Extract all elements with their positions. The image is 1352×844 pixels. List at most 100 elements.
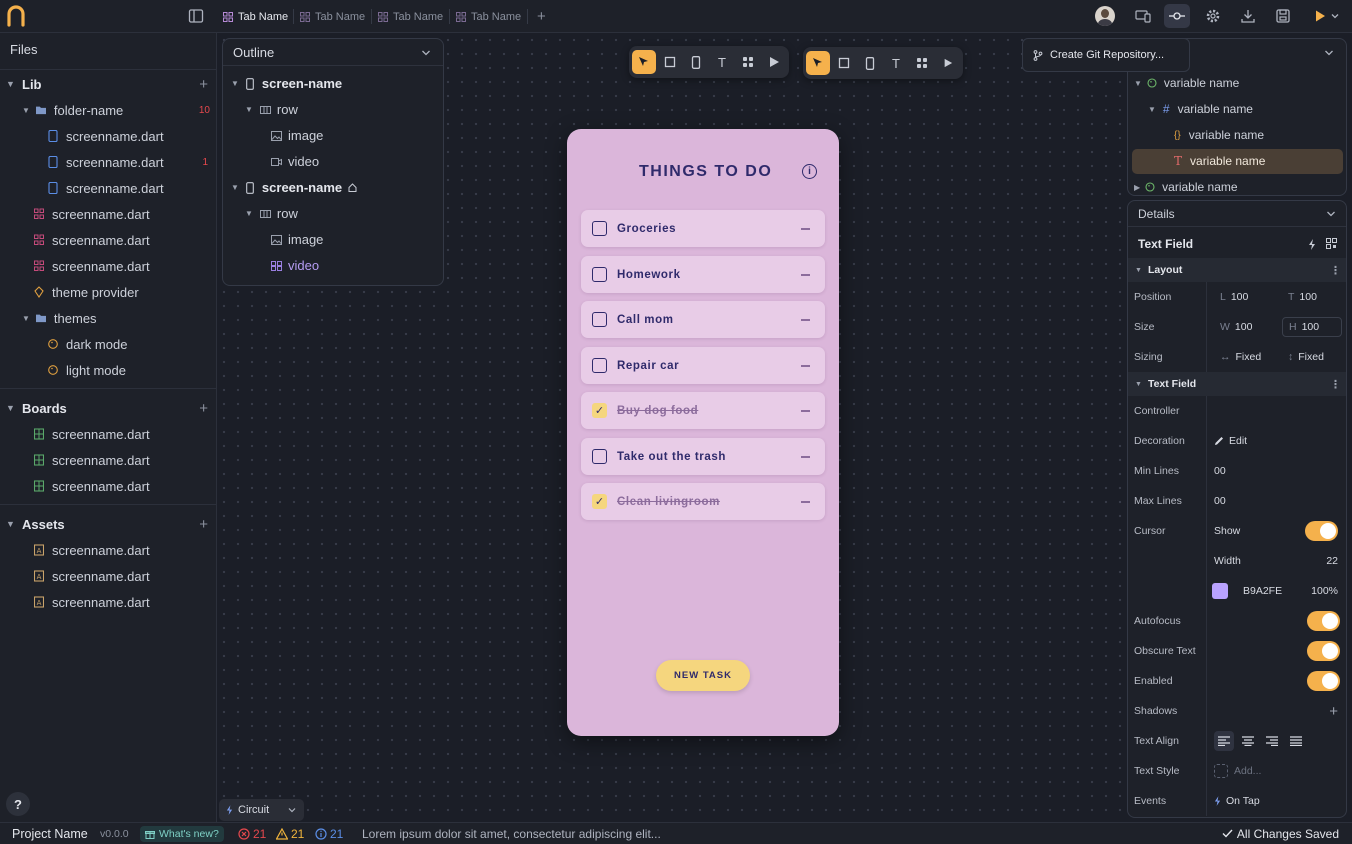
tab-2[interactable]: Tab Name [300, 0, 365, 33]
max-lines-row[interactable]: Max Lines 00 [1128, 486, 1346, 516]
remove-icon[interactable] [801, 228, 810, 230]
chevron-down-icon[interactable] [421, 49, 431, 57]
info-count[interactable]: 21 [315, 827, 343, 841]
tab-1[interactable]: Tab Name [223, 0, 288, 33]
file-item[interactable]: screenname.dart [34, 473, 150, 499]
layout-section-header[interactable]: ▼ Layout ⋮ [1128, 258, 1346, 282]
file-item[interactable]: screenname.dart [34, 253, 150, 279]
more-vertical-icon[interactable]: ⋮ [1330, 264, 1341, 277]
color-opacity-input[interactable]: 100% [1311, 585, 1338, 597]
avatar[interactable] [1095, 6, 1115, 26]
align-right-icon[interactable] [1266, 736, 1278, 746]
remove-icon[interactable] [801, 501, 810, 503]
color-hex-input[interactable]: B9A2FE [1243, 585, 1282, 597]
save-icon[interactable] [1275, 8, 1291, 24]
add-icon[interactable]: + [199, 76, 208, 93]
enabled-toggle[interactable] [1307, 671, 1340, 691]
play-icon[interactable] [936, 51, 960, 75]
rectangle-tool-icon[interactable] [658, 50, 682, 74]
tab-4[interactable]: Tab Name [456, 0, 521, 33]
gear-icon[interactable] [1205, 8, 1221, 24]
phone-preview[interactable]: THINGS TO DO i Groceries Homework Call m… [567, 129, 839, 736]
add-text-style-input[interactable]: Add... [1234, 765, 1261, 777]
file-item[interactable]: dark mode [48, 331, 127, 357]
qr-code-icon[interactable] [1326, 238, 1337, 249]
task-item[interactable]: Repair car [581, 347, 825, 384]
color-swatch[interactable] [1212, 583, 1228, 599]
folder-item[interactable]: ▼ themes [22, 305, 97, 331]
outline-item[interactable]: image [271, 232, 323, 247]
file-item[interactable]: screenname.dart [48, 175, 212, 201]
remove-icon[interactable] [801, 456, 810, 458]
error-count[interactable]: 21 [238, 827, 266, 841]
devices-icon[interactable] [1135, 8, 1151, 24]
create-git-repo-menu-item[interactable]: Create Git Repository... [1022, 38, 1190, 72]
file-item[interactable]: screenname.dart 1 [48, 149, 212, 175]
checkbox[interactable] [592, 449, 607, 464]
sizing-height-select[interactable]: ↕ Fixed [1282, 347, 1342, 367]
top-input[interactable]: T 100 [1282, 287, 1342, 307]
file-item[interactable]: A screenname.dart [34, 589, 150, 615]
min-lines-row[interactable]: Min Lines 00 [1128, 456, 1346, 486]
add-icon[interactable]: + [199, 400, 208, 417]
add-shadow-icon[interactable]: + [1329, 703, 1338, 720]
chevron-down-icon[interactable] [1324, 49, 1334, 57]
outline-item[interactable]: ▼ row [245, 206, 298, 221]
cursor-show-toggle[interactable] [1305, 521, 1338, 541]
file-item[interactable]: screenname.dart [34, 201, 150, 227]
new-task-button[interactable]: NEW TASK [656, 660, 750, 691]
text-tool-icon[interactable]: T [884, 51, 908, 75]
components-tool-icon[interactable] [910, 51, 934, 75]
info-icon[interactable]: i [802, 164, 817, 179]
left-input[interactable]: L 100 [1214, 287, 1274, 307]
lightning-icon[interactable] [1308, 239, 1316, 250]
components-tool-icon[interactable] [736, 50, 760, 74]
sidebar-toggle-icon[interactable] [188, 8, 204, 24]
details-header[interactable]: Details [1128, 201, 1346, 227]
file-item[interactable]: screenname.dart [34, 421, 150, 447]
edit-decoration-button[interactable]: Edit [1214, 435, 1247, 447]
folder-item[interactable]: ▼ folder-name 10 [22, 97, 212, 123]
section-lib[interactable]: ▼ Lib + [0, 71, 216, 97]
autofocus-toggle[interactable] [1307, 611, 1340, 631]
task-item[interactable]: Call mom [581, 301, 825, 338]
play-icon[interactable] [762, 50, 786, 74]
file-item[interactable]: light mode [48, 357, 126, 383]
help-button[interactable]: ? [6, 792, 30, 816]
text-tool-icon[interactable]: T [710, 50, 734, 74]
phone-tool-icon[interactable] [684, 50, 708, 74]
controller-row[interactable]: Controller [1128, 396, 1346, 426]
phone-tool-icon[interactable] [858, 51, 882, 75]
checkbox[interactable] [592, 358, 607, 373]
checkbox[interactable] [592, 221, 607, 236]
file-item[interactable]: theme provider [34, 279, 139, 305]
circuit-select[interactable]: Circuit [219, 799, 304, 821]
outline-item[interactable]: ▼ screen-name [231, 76, 342, 91]
textfield-section-header[interactable]: ▼ Text Field ⋮ [1128, 372, 1346, 396]
task-item[interactable]: ✓ Buy dog food [581, 392, 825, 429]
outline-item[interactable]: ▼ row [245, 102, 298, 117]
checkbox[interactable] [592, 312, 607, 327]
checkbox[interactable] [592, 267, 607, 282]
add-tab-icon[interactable]: + [537, 0, 546, 33]
outline-item[interactable]: image [271, 128, 323, 143]
obscure-text-toggle[interactable] [1307, 641, 1340, 661]
play-icon[interactable] [1312, 8, 1328, 24]
section-boards[interactable]: ▼ Boards + [0, 395, 216, 421]
max-lines-input[interactable]: 00 [1214, 495, 1226, 507]
app-logo-icon[interactable] [6, 5, 26, 27]
variable-item[interactable]: T variable name [1174, 149, 1265, 173]
file-item[interactable]: A screenname.dart [34, 563, 150, 589]
on-tap-event[interactable]: On Tap [1214, 795, 1260, 807]
checkbox-checked[interactable]: ✓ [592, 494, 607, 509]
checkbox-checked[interactable]: ✓ [592, 403, 607, 418]
select-tool-icon[interactable] [806, 51, 830, 75]
add-icon[interactable]: + [199, 516, 208, 533]
remove-icon[interactable] [801, 319, 810, 321]
file-item[interactable]: screenname.dart [48, 123, 212, 149]
task-item[interactable]: Homework [581, 256, 825, 293]
warning-count[interactable]: 21 [276, 827, 304, 841]
rectangle-tool-icon[interactable] [832, 51, 856, 75]
height-input[interactable]: H 100 [1282, 317, 1342, 337]
task-item[interactable]: Take out the trash [581, 438, 825, 475]
